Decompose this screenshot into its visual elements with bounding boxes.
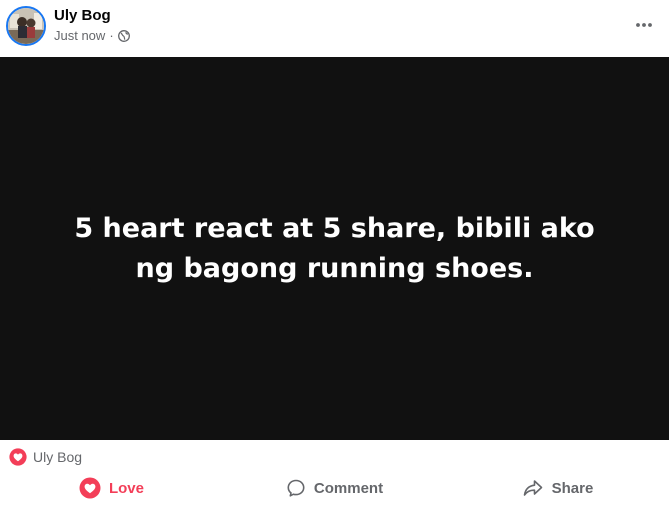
post-content-text: 5 heart react at 5 share, bibili ako ng … <box>74 212 595 284</box>
author-name[interactable]: Uly Bog <box>54 7 111 24</box>
post-header: Uly Bog Just now · <box>0 0 669 57</box>
love-icon <box>79 477 101 499</box>
post-timestamp[interactable]: Just now <box>54 28 105 43</box>
post-background-text: 5 heart react at 5 share, bibili ako ng … <box>0 57 669 440</box>
love-reaction-icon <box>9 448 27 466</box>
share-icon <box>523 480 542 496</box>
share-button[interactable]: Share <box>446 474 669 502</box>
meta-separator: · <box>109 28 114 43</box>
post-meta: Just now · <box>54 28 130 43</box>
reactions-names[interactable]: Uly Bog <box>33 449 82 465</box>
love-label: Love <box>108 479 144 497</box>
love-button[interactable]: Love <box>0 474 223 502</box>
more-options-icon[interactable] <box>631 12 657 38</box>
post-card: Uly Bog Just now · 5 heart react at 5 sh… <box>0 0 669 509</box>
share-label: Share <box>551 479 594 497</box>
post-actions: Love Comment Share <box>0 474 669 502</box>
comment-label: Comment <box>313 479 384 497</box>
globe-icon[interactable] <box>117 29 130 42</box>
comment-icon <box>287 479 305 497</box>
avatar[interactable] <box>6 6 46 46</box>
avatar-photo-icon <box>8 8 44 44</box>
comment-button[interactable]: Comment <box>223 474 446 502</box>
reactions-summary[interactable]: Uly Bog <box>0 440 669 474</box>
